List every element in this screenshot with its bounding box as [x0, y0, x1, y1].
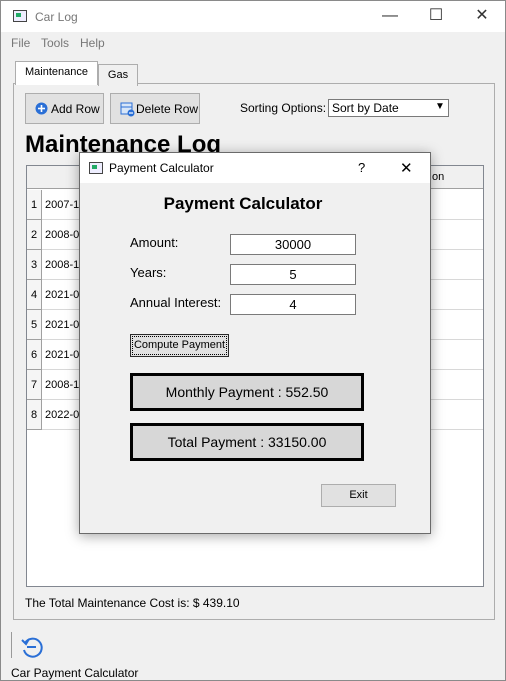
close-icon[interactable]: ✕	[460, 1, 504, 31]
add-row-button[interactable]: Add Row	[25, 93, 104, 124]
chevron-down-icon: ▼	[435, 101, 445, 112]
tab-maintenance[interactable]: Maintenance	[15, 61, 98, 85]
years-field[interactable]: 5	[230, 264, 356, 285]
total-cost-label: The Total Maintenance Cost is: $ 439.10	[25, 596, 240, 610]
sorting-label: Sorting Options:	[240, 101, 327, 115]
exit-button[interactable]: Exit	[321, 484, 396, 507]
add-row-label: Add Row	[51, 102, 100, 116]
column-header: on	[432, 171, 445, 183]
row-number: 6	[27, 340, 42, 370]
tab-gas[interactable]: Gas	[98, 64, 138, 86]
delete-row-label: Delete Row	[136, 102, 199, 116]
menu-bar: File Tools Help	[1, 32, 505, 54]
menu-file[interactable]: File	[11, 36, 30, 50]
minimize-icon[interactable]: —	[368, 1, 412, 31]
add-icon	[35, 102, 48, 115]
maximize-icon[interactable]: ☐	[414, 1, 458, 31]
interest-label: Annual Interest:	[130, 295, 222, 310]
sort-select[interactable]: Sort by Date ▼	[328, 99, 449, 117]
dialog-titlebar: Payment Calculator ? ✕	[80, 153, 430, 183]
window-titlebar: Car Log — ☐ ✕	[1, 1, 505, 32]
row-number: 2	[27, 220, 42, 250]
row-number: 7	[27, 370, 42, 400]
dialog-title: Payment Calculator	[109, 161, 214, 175]
years-label: Years:	[130, 265, 167, 280]
toolbar-separator	[11, 632, 12, 658]
row-number: 1	[27, 190, 42, 220]
row-number: 5	[27, 310, 42, 340]
row-number: 3	[27, 250, 42, 280]
status-label: Car Payment Calculator	[11, 666, 139, 680]
dialog-app-icon	[89, 162, 103, 174]
monthly-payment-display: Monthly Payment : 552.50	[130, 373, 364, 411]
app-icon	[13, 10, 27, 22]
delete-row-button[interactable]: Delete Row	[110, 93, 200, 124]
dialog-heading: Payment Calculator	[163, 194, 323, 213]
sort-select-value: Sort by Date	[332, 101, 399, 115]
total-payment-display: Total Payment : 33150.00	[130, 423, 364, 461]
dialog-close-icon[interactable]: ✕	[400, 159, 413, 177]
status-bar: Car Payment Calculator	[1, 628, 505, 680]
menu-help[interactable]: Help	[80, 36, 105, 50]
delete-row-icon	[120, 102, 135, 117]
amount-field[interactable]: 30000	[230, 234, 356, 255]
window-title: Car Log	[35, 10, 78, 24]
menu-tools[interactable]: Tools	[41, 36, 69, 50]
row-number: 4	[27, 280, 42, 310]
amount-label: Amount:	[130, 235, 179, 250]
help-icon[interactable]: ?	[358, 160, 365, 175]
back-arrow-icon[interactable]	[19, 634, 45, 660]
row-number: 8	[27, 400, 42, 430]
interest-field[interactable]: 4	[230, 294, 356, 315]
compute-payment-button[interactable]: Compute Payment	[130, 334, 229, 357]
